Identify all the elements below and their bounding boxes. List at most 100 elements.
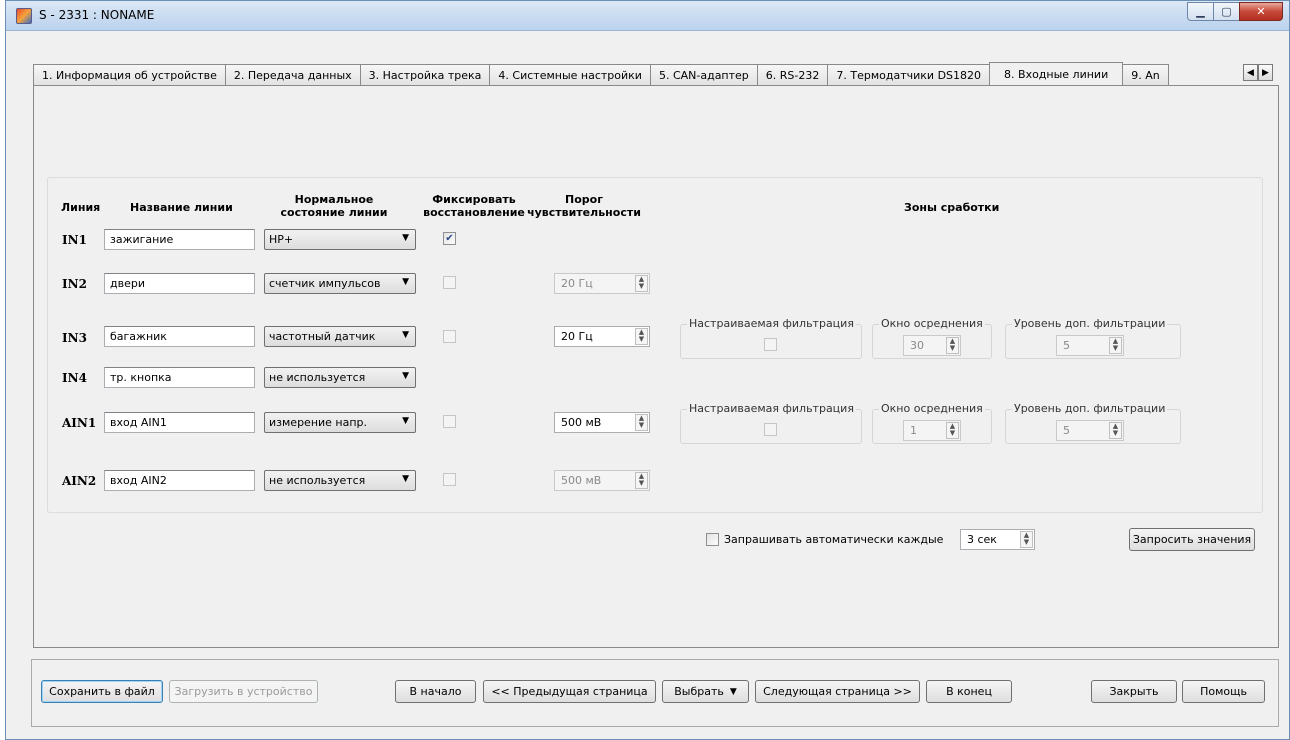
avg-window-value-1: 30 xyxy=(910,339,924,352)
maximize-button[interactable]: ▢ xyxy=(1213,2,1240,21)
request-values-button[interactable]: Запросить значения xyxy=(1129,528,1255,551)
tab-input-lines[interactable]: 8. Входные линии xyxy=(989,62,1124,85)
help-button[interactable]: Помощь xyxy=(1182,680,1265,703)
header-line: Линия xyxy=(61,201,101,214)
threshold-in2-spin[interactable]: 20 Гц ▲ ▼ xyxy=(554,273,650,294)
threshold-ain1-spin[interactable]: 500 мВ ▲ ▼ xyxy=(554,412,650,433)
header-fix-l1: Фиксировать xyxy=(432,193,516,206)
line-name-in4[interactable]: тр. кнопка xyxy=(104,367,255,388)
fix-restore-in1-checkbox[interactable]: ✔ xyxy=(443,232,456,245)
line-state-ain2[interactable]: не используется ▼ xyxy=(264,470,416,491)
tab-data-transfer[interactable]: 2. Передача данных xyxy=(224,64,361,85)
tab-track-settings[interactable]: 3. Настройка трека xyxy=(359,64,491,85)
avg-window-spin-2[interactable]: 1 ▲ ▼ xyxy=(903,420,961,441)
tab-system-settings[interactable]: 4. Системные настройки xyxy=(489,64,651,85)
extra-filter-value-1: 5 xyxy=(1063,339,1070,352)
to-end-button[interactable]: В конец xyxy=(926,680,1012,703)
load-to-device-button[interactable]: Загрузить в устройство xyxy=(169,680,318,703)
spin-arrows-icon[interactable]: ▲ ▼ xyxy=(635,275,648,292)
tab-scroll-left-icon[interactable]: ◀ xyxy=(1243,64,1258,81)
line-name-in1[interactable]: зажигание xyxy=(104,229,255,250)
spin-arrows-icon[interactable]: ▲ ▼ xyxy=(1020,531,1033,548)
select-dropdown-button[interactable]: Выбрать ▼ xyxy=(662,680,749,703)
close-window-button[interactable]: ✕ xyxy=(1239,2,1283,21)
custom-filter-group-1: Настраиваемая фильтрация xyxy=(680,317,862,359)
avg-window-group-2: Окно осреднения 1 ▲ ▼ xyxy=(872,402,992,444)
chevron-down-icon: ▼ xyxy=(402,416,409,426)
line-name-ain2[interactable]: вход AIN2 xyxy=(104,470,255,491)
window-title: S - 2331 : NONAME xyxy=(39,8,155,22)
tab-can-adapter[interactable]: 5. CAN-адаптер xyxy=(649,64,758,85)
next-page-button[interactable]: Следующая страница >> xyxy=(755,680,920,703)
extra-filter-spin-1[interactable]: 5 ▲ ▼ xyxy=(1056,335,1124,356)
prev-page-button[interactable]: << Предыдущая страница xyxy=(483,680,656,703)
line-state-in4[interactable]: не используется ▼ xyxy=(264,367,416,388)
line-id-in2: IN2 xyxy=(62,277,87,291)
threshold-in3-spin[interactable]: 20 Гц ▲ ▼ xyxy=(554,326,650,347)
header-fix-l2: восстановление xyxy=(423,206,525,219)
extra-filter-spin-2[interactable]: 5 ▲ ▼ xyxy=(1056,420,1124,441)
line-state-in1-value: НР+ xyxy=(269,233,294,246)
auto-request-checkbox[interactable] xyxy=(706,533,719,546)
tab-rs232[interactable]: 6. RS-232 xyxy=(756,64,829,85)
chevron-down-icon: ▼ xyxy=(402,330,409,340)
chevron-down-icon: ▼ xyxy=(402,233,409,243)
header-normal-state-l2: состояние линии xyxy=(280,206,388,219)
header-fix-restore: Фиксировать восстановление xyxy=(419,193,529,219)
spin-arrows-icon[interactable]: ▲ ▼ xyxy=(946,422,959,439)
line-name-in2[interactable]: двери xyxy=(104,273,255,294)
auto-request-interval-spin[interactable]: 3 сек ▲ ▼ xyxy=(960,529,1035,550)
threshold-ain2-value: 500 мВ xyxy=(561,474,602,487)
tab-panel-input-lines: Линия Название линии Нормальное состояни… xyxy=(33,85,1279,648)
header-zones: Зоны сработки xyxy=(904,201,1000,214)
tab-9[interactable]: 9. An xyxy=(1122,64,1169,85)
spin-arrows-icon[interactable]: ▲ ▼ xyxy=(1109,337,1122,354)
tab-scroll: ◀ ▶ xyxy=(1243,64,1273,81)
save-to-file-button[interactable]: Сохранить в файл xyxy=(41,680,163,703)
line-state-in2-value: счетчик импульсов xyxy=(269,277,381,290)
line-state-in2[interactable]: счетчик импульсов ▼ xyxy=(264,273,416,294)
spin-arrows-icon[interactable]: ▲ ▼ xyxy=(635,414,648,431)
spin-arrows-icon[interactable]: ▲ ▼ xyxy=(635,472,648,489)
minimize-button[interactable]: ▁ xyxy=(1187,2,1214,21)
avg-window-group-1: Окно осреднения 30 ▲ ▼ xyxy=(872,317,992,359)
fix-restore-ain2-checkbox[interactable] xyxy=(443,473,456,486)
line-state-in1[interactable]: НР+ ▼ xyxy=(264,229,416,250)
tab-thermo-sensors[interactable]: 7. Термодатчики DS1820 xyxy=(827,64,991,85)
fix-restore-in2-checkbox[interactable] xyxy=(443,276,456,289)
custom-filter-checkbox-2[interactable] xyxy=(764,423,777,436)
to-start-button[interactable]: В начало xyxy=(395,680,476,703)
extra-filter-label-1: Уровень доп. фильтрации xyxy=(1012,317,1168,330)
spin-arrows-icon[interactable]: ▲ ▼ xyxy=(635,328,648,345)
extra-filter-group-1: Уровень доп. фильтрации 5 ▲ ▼ xyxy=(1005,317,1181,359)
app-icon xyxy=(16,8,32,24)
line-name-ain1[interactable]: вход AIN1 xyxy=(104,412,255,433)
close-button[interactable]: Закрыть xyxy=(1091,680,1177,703)
fix-restore-in3-checkbox[interactable] xyxy=(443,330,456,343)
chevron-down-icon: ▼ xyxy=(729,686,737,697)
threshold-ain2-spin[interactable]: 500 мВ ▲ ▼ xyxy=(554,470,650,491)
line-name-in3[interactable]: багажник xyxy=(104,326,255,347)
custom-filter-checkbox-1[interactable] xyxy=(764,338,777,351)
fix-restore-ain1-checkbox[interactable] xyxy=(443,415,456,428)
extra-filter-label-2: Уровень доп. фильтрации xyxy=(1012,402,1168,415)
threshold-ain1-value: 500 мВ xyxy=(561,416,602,429)
tab-device-info[interactable]: 1. Информация об устройстве xyxy=(33,64,226,85)
line-state-ain1[interactable]: измерение напр. ▼ xyxy=(264,412,416,433)
avg-window-spin-1[interactable]: 30 ▲ ▼ xyxy=(903,335,961,356)
spin-arrows-icon[interactable]: ▲ ▼ xyxy=(1109,422,1122,439)
line-id-ain1: AIN1 xyxy=(62,416,97,430)
spin-arrows-icon[interactable]: ▲ ▼ xyxy=(946,337,959,354)
tab-scroll-right-icon[interactable]: ▶ xyxy=(1258,64,1273,81)
custom-filter-group-2: Настраиваемая фильтрация xyxy=(680,402,862,444)
line-id-ain2: AIN2 xyxy=(62,474,97,488)
header-normal-state-l1: Нормальное xyxy=(294,193,374,206)
line-state-ain2-value: не используется xyxy=(269,474,366,487)
line-id-in3: IN3 xyxy=(62,331,87,345)
select-label: Выбрать xyxy=(674,685,724,698)
header-normal-state: Нормальное состояние линии xyxy=(266,193,402,219)
line-id-in4: IN4 xyxy=(62,371,87,385)
tab-bar: 1. Информация об устройстве 2. Передача … xyxy=(33,62,1277,85)
line-state-in3[interactable]: частотный датчик ▼ xyxy=(264,326,416,347)
auto-request-label: Запрашивать автоматически каждые xyxy=(724,533,944,546)
